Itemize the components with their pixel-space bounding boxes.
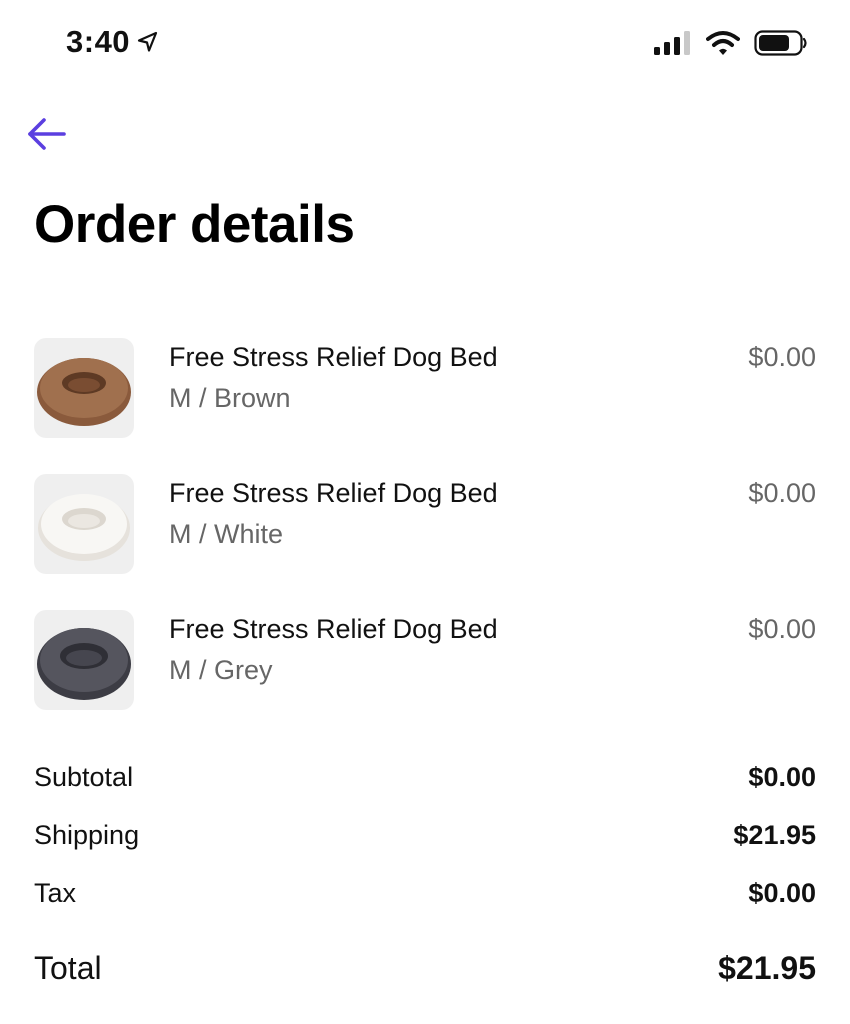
item-variant: M / Brown (169, 383, 291, 413)
order-item[interactable]: Free Stress Relief Dog Bed M / Grey $0.0… (0, 608, 850, 710)
signal-icon (654, 31, 692, 60)
total-label: Total (34, 950, 102, 986)
item-price: $0.00 (748, 478, 816, 508)
total-value: $21.95 (718, 950, 816, 986)
subtotal-row: Subtotal $0.00 (34, 762, 816, 820)
subtotal-label: Subtotal (34, 762, 134, 792)
order-item[interactable]: Free Stress Relief Dog Bed M / White $0.… (0, 472, 850, 574)
location-arrow-icon (136, 30, 160, 54)
subtotal-value: $0.00 (748, 762, 816, 792)
status-time-group: 3:40 (66, 24, 160, 60)
total-row: Total $21.95 (34, 950, 816, 1000)
item-price: $0.00 (748, 342, 816, 372)
shipping-row: Shipping $21.95 (34, 820, 816, 878)
order-item[interactable]: Free Stress Relief Dog Bed M / Brown $0.… (0, 336, 850, 438)
product-image (34, 610, 134, 710)
status-bar: 3:40 (0, 0, 850, 92)
item-name: Free Stress Relief Dog Bed (169, 342, 498, 372)
shipping-label: Shipping (34, 820, 140, 850)
wifi-icon (706, 30, 740, 61)
shipping-value: $21.95 (733, 820, 816, 850)
status-time: 3:40 (66, 24, 131, 59)
item-price: $0.00 (748, 614, 816, 644)
tax-label: Tax (34, 878, 77, 908)
product-image (34, 474, 134, 574)
status-indicators (654, 30, 808, 61)
back-arrow-icon (24, 112, 68, 161)
battery-icon (754, 30, 808, 61)
order-summary: Subtotal $0.00 Shipping $21.95 Tax $0.00 (34, 762, 816, 936)
back-button[interactable] (22, 112, 70, 160)
page-title: Order details (34, 195, 355, 254)
item-name: Free Stress Relief Dog Bed (169, 478, 498, 508)
item-variant: M / Grey (169, 655, 273, 685)
item-variant: M / White (169, 519, 284, 549)
item-name: Free Stress Relief Dog Bed (169, 614, 498, 644)
order-item-list: Free Stress Relief Dog Bed M / Brown $0.… (0, 336, 850, 744)
product-image (34, 338, 134, 438)
tax-value: $0.00 (748, 878, 816, 908)
tax-row: Tax $0.00 (34, 878, 816, 936)
